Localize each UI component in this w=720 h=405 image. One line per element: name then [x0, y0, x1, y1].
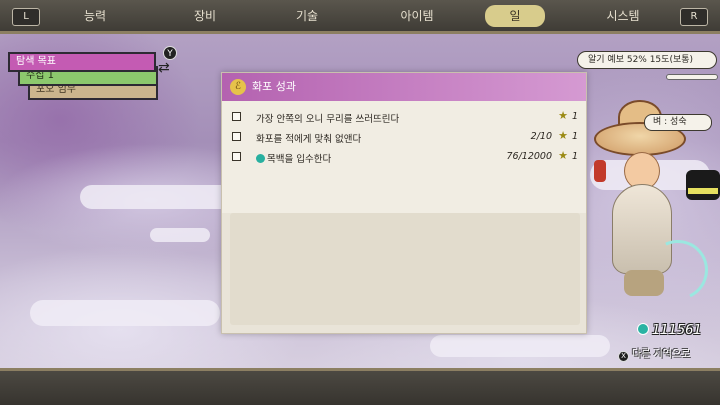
panel-header: ℰ 화포 성과	[222, 73, 586, 101]
carried-bundle	[686, 170, 720, 200]
cloud	[30, 300, 220, 326]
y-button[interactable]: Y	[163, 46, 177, 60]
objective-rows: 가장 안쪽의 오니 무리를 쓰러뜨린다 ★ 1 화포를 적에게 맞춰 없앤다 2…	[222, 101, 586, 213]
star-icon: ★	[558, 149, 568, 162]
left-bumper-button[interactable]: L	[12, 8, 40, 26]
cloud	[430, 335, 610, 357]
money-value: 111561	[652, 323, 702, 338]
money-counter: 111561	[637, 323, 702, 338]
bottom-bar	[0, 368, 720, 405]
character-portrait	[588, 100, 720, 330]
objective-progress: 2/10	[530, 131, 552, 142]
reward-count: 1	[571, 111, 578, 122]
star-icon: ★	[558, 129, 568, 142]
coin-icon	[637, 323, 649, 335]
weather-forecast: 알기 예보 52% 15도(보통)	[577, 51, 717, 69]
goto-label: 다른 지역으로	[632, 349, 691, 360]
objective-text: 목백을 입수한다	[267, 154, 332, 165]
ribbon	[688, 188, 718, 194]
objective-progress: 76/12000	[506, 151, 552, 162]
objective-row[interactable]: 가장 안쪽의 오니 무리를 쓰러뜨린다 ★ 1	[232, 109, 578, 127]
cloud	[150, 228, 210, 242]
star-icon: ★	[558, 109, 568, 122]
reward-count: 1	[571, 131, 578, 142]
rice-status-badge: 벼 : 성숙	[644, 114, 712, 131]
quest-list-item-selected[interactable]: 탐색 목표	[8, 52, 156, 72]
goto-other-region[interactable]: X 다른 지역으로	[618, 345, 690, 362]
charm-decoration	[594, 160, 606, 182]
checkbox-icon	[232, 132, 241, 141]
gem-icon	[256, 154, 265, 163]
tab-skills[interactable]: 기술	[262, 5, 352, 27]
objectives-panel: ℰ 화포 성과 가장 안쪽의 오니 무리를 쓰러뜨린다 ★ 1 화포를 적에게 …	[221, 72, 587, 334]
objective-row[interactable]: 화포를 적에게 맞춰 없앤다 2/10 ★ 1	[232, 129, 578, 147]
reward-count: 1	[571, 151, 578, 162]
checkbox-icon	[232, 112, 241, 121]
tab-equipment[interactable]: 장비	[160, 5, 250, 27]
right-bumper-button[interactable]: R	[680, 8, 708, 26]
objective-text: 가장 안쪽의 오니 무리를 쓰러뜨린다	[256, 114, 400, 125]
tab-work[interactable]: 일	[485, 5, 545, 27]
top-nav-bar: L 능력 장비 기술 아이템 일 시스템 R	[0, 0, 720, 34]
tab-system[interactable]: 시스템	[578, 5, 668, 27]
weather-gauge	[666, 74, 718, 80]
tab-abilities[interactable]: 능력	[50, 5, 140, 27]
swap-arrows-icon: ⇄	[158, 60, 170, 76]
objective-text: 화포를 적에게 맞춰 없앤다	[256, 134, 362, 145]
panel-title: 화포 성과	[252, 80, 296, 93]
objective-row[interactable]: 목백을 입수한다 76/12000 ★ 1	[232, 149, 578, 167]
tab-items[interactable]: 아이템	[372, 5, 462, 27]
checkbox-icon	[232, 152, 241, 161]
description-area	[230, 213, 580, 325]
x-button-icon: X	[618, 351, 629, 362]
leaf-emblem-icon: ℰ	[230, 79, 246, 95]
